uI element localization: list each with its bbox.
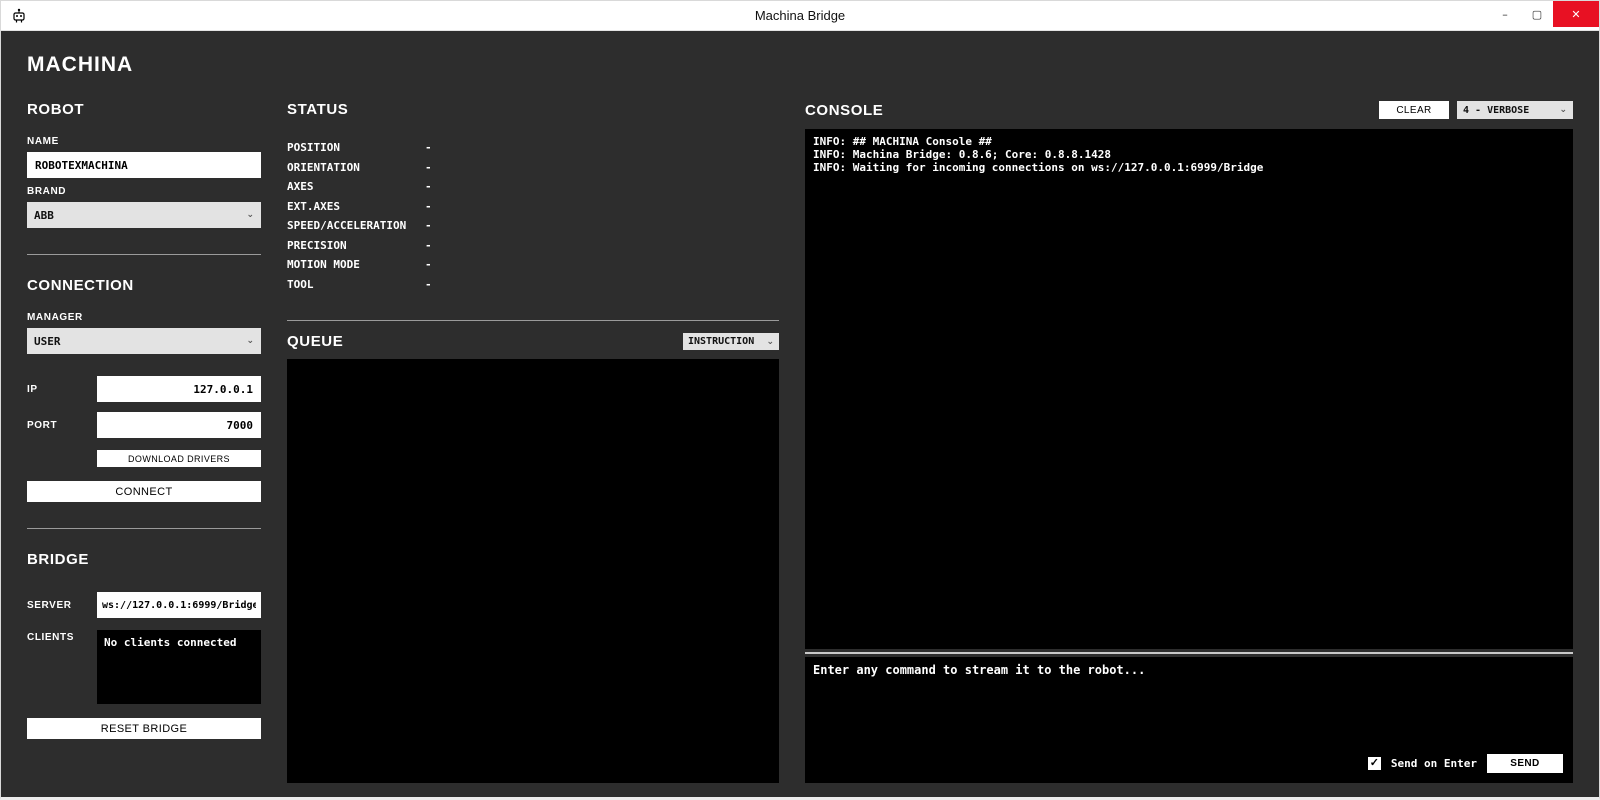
status-row-value: -	[425, 219, 432, 233]
status-row-value: -	[425, 160, 432, 174]
window-title: Machina Bridge	[754, 8, 846, 23]
port-label: PORT	[27, 419, 58, 431]
status-row-label: MOTION MODE	[287, 258, 360, 272]
status-row-value: -	[425, 199, 432, 213]
robot-brand-value: ABB	[34, 208, 54, 222]
robot-name-label: NAME	[27, 136, 59, 147]
connection-section-heading: CONNECTION	[27, 277, 134, 294]
chevron-down-icon: ⌄	[1559, 105, 1567, 115]
bridge-section-heading: BRIDGE	[27, 551, 89, 568]
chevron-down-icon: ⌄	[246, 336, 254, 346]
send-button[interactable]: SEND	[1487, 754, 1563, 773]
status-row-value: -	[425, 258, 432, 272]
maximize-button[interactable]: ▢	[1521, 1, 1553, 27]
status-row: POSITION -	[287, 138, 779, 158]
status-row: MOTION MODE -	[287, 255, 779, 275]
status-row: PRECISION -	[287, 236, 779, 256]
status-row-label: SPEED/ACCELERATION	[287, 219, 407, 233]
minimize-button[interactable]: –	[1489, 1, 1521, 27]
queue-list	[287, 359, 779, 783]
divider	[27, 254, 261, 255]
window-controls: – ▢ ✕	[1489, 1, 1599, 27]
status-row-label: AXES	[287, 180, 314, 194]
robot-name-input[interactable]	[27, 152, 261, 178]
app-heading: MACHINA	[27, 53, 134, 76]
chevron-down-icon: ⌄	[766, 336, 774, 347]
status-row: AXES -	[287, 177, 779, 197]
status-row-value: -	[425, 180, 432, 194]
divider	[27, 528, 261, 529]
clear-console-button[interactable]: CLEAR	[1379, 101, 1449, 119]
close-button[interactable]: ✕	[1553, 1, 1599, 27]
console-panel: CONSOLE CLEAR 4 - VERBOSE ⌄ INFO: ## MAC…	[805, 101, 1573, 783]
chevron-down-icon: ⌄	[246, 210, 254, 220]
app-window: Machina Bridge – ▢ ✕ MACHINA ROBOT NAME …	[0, 0, 1600, 800]
console-section-heading: CONSOLE	[805, 101, 884, 119]
status-row-value: -	[425, 141, 432, 155]
queue-mode-value: INSTRUCTION	[688, 336, 755, 347]
console-line: INFO: ## MACHINA Console ##	[813, 135, 992, 148]
send-on-enter-label: Send on Enter	[1390, 757, 1477, 770]
console-line: INFO: Machina Bridge: 0.8.6; Core: 0.8.8…	[813, 148, 1112, 161]
status-row: TOOL -	[287, 275, 779, 295]
status-row-label: PRECISION	[287, 238, 347, 252]
manager-select[interactable]: USER ⌄	[27, 328, 261, 354]
send-on-enter-checkbox[interactable]: ✓	[1367, 757, 1381, 770]
queue-section-heading: QUEUE	[287, 333, 344, 350]
reset-bridge-button[interactable]: RESET BRIDGE	[27, 718, 261, 739]
console-line: INFO: Waiting for incoming connections o…	[813, 161, 1264, 174]
status-row-value: -	[425, 238, 432, 252]
server-input[interactable]	[97, 592, 261, 618]
ip-label: IP	[27, 383, 38, 395]
clients-label: CLIENTS	[27, 632, 74, 643]
divider	[287, 320, 779, 321]
status-row-value: -	[425, 277, 432, 291]
verbosity-value: 4 - VERBOSE	[1463, 104, 1530, 116]
command-input-hint: Enter any command to stream it to the ro…	[813, 663, 1146, 677]
robot-section-heading: ROBOT	[27, 101, 85, 118]
status-row: EXT.AXES -	[287, 197, 779, 217]
titlebar: Machina Bridge – ▢ ✕	[1, 1, 1599, 31]
status-row-label: TOOL	[287, 277, 314, 291]
command-input-area[interactable]: Enter any command to stream it to the ro…	[805, 657, 1573, 783]
connect-button[interactable]: CONNECT	[27, 481, 261, 502]
clients-list: No clients connected	[97, 630, 261, 704]
status-row: ORIENTATION -	[287, 158, 779, 178]
port-input[interactable]	[97, 412, 261, 438]
status-queue-panel: STATUS POSITION - ORIENTATION - AXES - E…	[287, 101, 779, 783]
manager-label: MANAGER	[27, 312, 83, 323]
status-table: POSITION - ORIENTATION - AXES - EXT.AXES…	[287, 138, 779, 294]
status-row-label: EXT.AXES	[287, 199, 340, 213]
ip-input[interactable]	[97, 376, 261, 402]
status-row-label: POSITION	[287, 141, 340, 155]
console-output: INFO: ## MACHINA Console ## INFO: Machin…	[805, 129, 1573, 649]
robot-brand-select[interactable]: ABB ⌄	[27, 202, 261, 228]
left-panel: ROBOT NAME BRAND ABB ⌄ CONNECTION MANAGE…	[27, 101, 261, 783]
status-row-label: ORIENTATION	[287, 160, 360, 174]
queue-mode-select[interactable]: INSTRUCTION ⌄	[683, 333, 779, 350]
download-drivers-button[interactable]: DOWNLOAD DRIVERS	[97, 450, 261, 467]
console-input-divider	[805, 652, 1573, 654]
status-row: SPEED/ACCELERATION -	[287, 216, 779, 236]
manager-value: USER	[34, 334, 61, 348]
server-label: SERVER	[27, 599, 72, 611]
robot-brand-label: BRAND	[27, 186, 67, 197]
status-section-heading: STATUS	[287, 101, 349, 118]
verbosity-select[interactable]: 4 - VERBOSE ⌄	[1457, 101, 1573, 119]
main-content: MACHINA ROBOT NAME BRAND ABB ⌄ CONNECTIO…	[1, 31, 1599, 797]
